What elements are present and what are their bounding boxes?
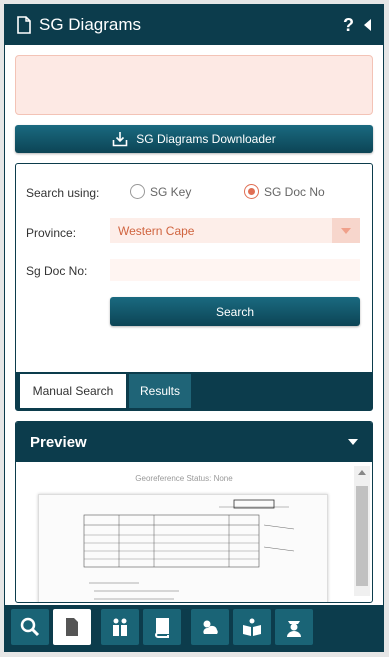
sg-diagram-image — [38, 494, 328, 602]
chevron-down-icon — [341, 227, 351, 234]
nav-weather[interactable] — [191, 609, 229, 645]
download-tray-icon — [112, 132, 128, 147]
province-select[interactable]: Western Cape — [110, 218, 360, 243]
search-button-label: Search — [215, 304, 255, 319]
nav-documents[interactable] — [53, 609, 91, 645]
panel-header: SG Diagrams ? — [5, 5, 383, 45]
radio-label: SG Doc No — [264, 184, 325, 199]
weather-icon — [203, 620, 218, 634]
tab-label: Manual Search — [32, 384, 114, 398]
radio-sg-doc-no[interactable]: SG Doc No — [244, 184, 325, 199]
search-tabs: Manual Search Results — [16, 372, 372, 410]
preview-body: Georeference Status: None — [16, 462, 372, 602]
scroll-up-icon[interactable] — [358, 470, 366, 475]
radio-circle[interactable] — [244, 184, 259, 199]
panel-title: SG Diagrams — [39, 15, 142, 34]
nav-search[interactable] — [11, 609, 49, 645]
nav-book[interactable] — [143, 609, 181, 645]
search-icon — [20, 617, 40, 637]
document-icon — [17, 16, 31, 34]
help-button[interactable]: ? — [343, 15, 354, 36]
downloader-label: SG Diagrams Downloader — [136, 132, 276, 146]
document-icon — [66, 618, 78, 636]
sg-diagrams-downloader-button[interactable]: SG Diagrams Downloader — [15, 125, 373, 153]
georeference-status: Georeference Status: None — [135, 474, 233, 483]
diagram-scan — [83, 499, 295, 600]
search-using-label: Search using: — [26, 186, 100, 200]
nav-officer[interactable] — [275, 609, 313, 645]
bottom-nav — [5, 605, 383, 651]
search-form: Search using: SG Key SG Doc No Province:… — [15, 163, 373, 411]
preview-section: Preview Georeference Status: None — [15, 421, 373, 603]
chevron-down-icon[interactable] — [348, 439, 358, 445]
officer-icon — [287, 621, 301, 637]
province-value: Western Cape — [118, 223, 195, 238]
nav-people[interactable] — [101, 609, 139, 645]
tab-results[interactable]: Results — [129, 374, 191, 408]
sg-diagrams-panel: SG Diagrams ? SG Diagrams Downloader Sea… — [4, 4, 384, 652]
tab-label: Results — [139, 384, 180, 398]
preview-scrollbar[interactable] — [354, 466, 370, 596]
book-icon — [155, 618, 169, 638]
search-button[interactable]: Search — [110, 297, 360, 326]
radio-sg-key[interactable]: SG Key — [130, 184, 191, 199]
open-book-icon — [243, 618, 261, 636]
collapse-left-icon[interactable] — [364, 19, 371, 31]
sg-doc-no-input[interactable] — [110, 259, 360, 281]
nav-open-book[interactable] — [233, 609, 271, 645]
radio-dot — [248, 188, 255, 195]
sg-doc-no-label: Sg Doc No: — [26, 264, 88, 278]
preview-header[interactable]: Preview — [16, 422, 372, 462]
radio-label: SG Key — [150, 184, 192, 199]
people-icon — [113, 618, 127, 636]
tab-manual-search[interactable]: Manual Search — [20, 374, 126, 408]
dropdown-toggle[interactable] — [332, 218, 360, 243]
preview-title: Preview — [30, 433, 87, 451]
message-area — [15, 55, 373, 115]
scroll-thumb[interactable] — [356, 486, 368, 586]
province-label: Province: — [26, 226, 77, 240]
radio-circle[interactable] — [130, 184, 145, 199]
